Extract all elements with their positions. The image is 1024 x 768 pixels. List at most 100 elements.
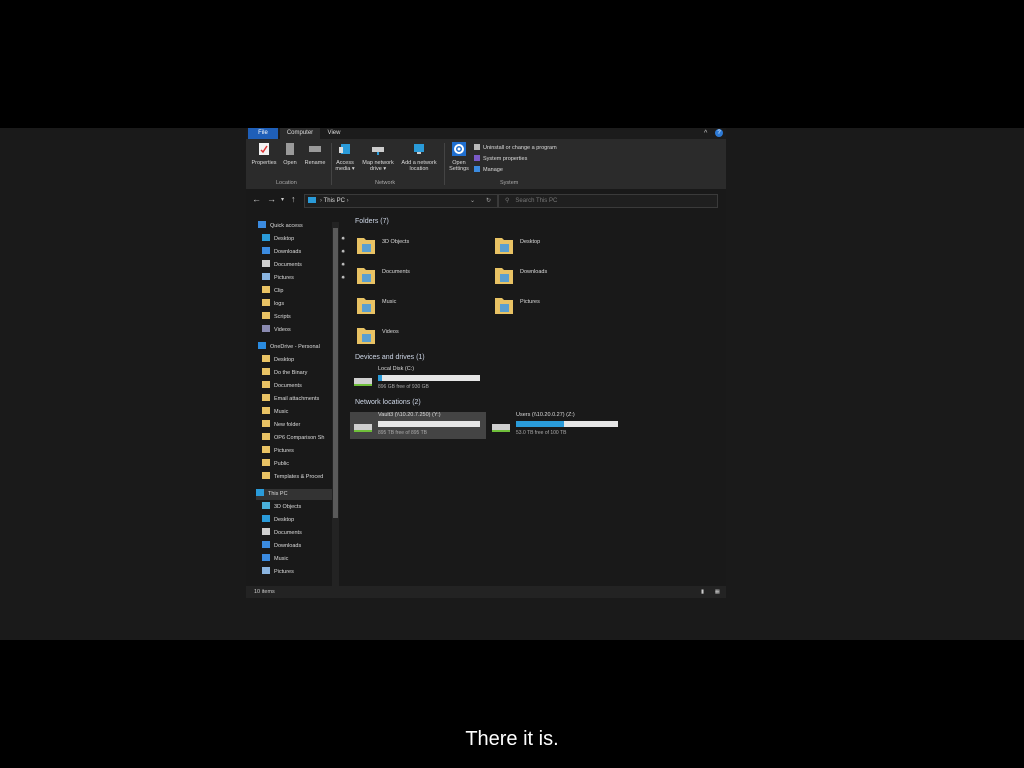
rename-button[interactable]: Rename bbox=[302, 142, 328, 166]
devices-section-header[interactable]: Devices and drives (1) bbox=[355, 354, 425, 361]
tab-view[interactable]: View bbox=[322, 128, 346, 139]
scrollbar-thumb[interactable] bbox=[333, 228, 338, 518]
sidebar-item-label: Documents bbox=[274, 383, 302, 389]
drive-usage-fill bbox=[378, 375, 383, 381]
folder-label: Pictures bbox=[520, 299, 540, 305]
rename-icon bbox=[309, 146, 321, 152]
tab-file[interactable]: File bbox=[248, 128, 278, 139]
drive-name: Users (\\10.20.0.27) (Z:) bbox=[516, 412, 575, 418]
folder-label: 3D Objects bbox=[382, 239, 410, 245]
folder-item[interactable]: Videos bbox=[356, 320, 496, 348]
drive-free-space: 53.0 TB free of 100 TB bbox=[516, 430, 567, 436]
sidebar-item-quick[interactable]: Documents ✸ bbox=[262, 260, 345, 271]
sidebar-item-quick[interactable]: Downloads ✸ bbox=[262, 247, 345, 258]
back-arrow-icon[interactable]: ← bbox=[252, 194, 261, 204]
sidebar-item-quick[interactable]: Desktop ✸ bbox=[262, 234, 345, 245]
search-placeholder: Search This PC bbox=[515, 198, 558, 204]
folder-icon bbox=[262, 502, 270, 509]
sidebar-item-label: Documents bbox=[274, 262, 302, 268]
sidebar-item-onedrive-folder[interactable]: Documents bbox=[262, 381, 332, 392]
properties-button[interactable]: Properties bbox=[250, 142, 278, 166]
forward-arrow-icon[interactable]: → bbox=[267, 194, 276, 204]
collapse-ribbon-icon[interactable]: ^ bbox=[704, 128, 707, 139]
folders-section-header[interactable]: Folders (7) bbox=[355, 218, 389, 225]
recent-locations-icon[interactable]: ▾ bbox=[281, 196, 284, 203]
sidebar-item-onedrive-folder[interactable]: Music bbox=[262, 407, 332, 418]
sidebar-item-onedrive-folder[interactable]: Email attachments bbox=[262, 394, 332, 405]
uninstall-program-button[interactable]: Uninstall or change a program bbox=[474, 144, 557, 151]
pin-icon: ✸ bbox=[341, 249, 346, 255]
folder-icon bbox=[262, 554, 270, 561]
sidebar-item-quick[interactable]: Clip bbox=[262, 286, 332, 297]
access-media-icon bbox=[339, 144, 350, 154]
access-media-label: Access media ▾ bbox=[335, 160, 355, 172]
folder-icon bbox=[262, 528, 270, 535]
search-icon: ⚲ bbox=[505, 198, 510, 204]
sidebar-item-this-pc-folder[interactable]: Downloads bbox=[262, 541, 332, 552]
sidebar-item-onedrive[interactable]: OneDrive - Personal bbox=[258, 342, 332, 353]
address-bar[interactable]: › This PC › ⌄ ↻ bbox=[304, 194, 498, 208]
sidebar-item-onedrive-folder[interactable]: Public bbox=[262, 459, 332, 470]
drive-item[interactable]: Vault3 (\\10.20.7.250) (Y:) 895 TB free o… bbox=[350, 412, 486, 439]
drive-free-space: 895 TB free of 895 TB bbox=[378, 430, 428, 436]
manage-button[interactable]: Manage bbox=[474, 166, 503, 173]
ribbon: Properties Open Rename Access media ▾ Ma… bbox=[246, 139, 726, 189]
folder-icon bbox=[262, 420, 270, 427]
help-icon[interactable]: ? bbox=[715, 129, 723, 137]
sidebar-item-label: New folder bbox=[274, 422, 301, 428]
file-explorer-window: File Computer View ^ ? Properties Open R… bbox=[246, 128, 726, 598]
add-network-location-button[interactable]: Add a network location bbox=[398, 142, 440, 172]
folder-item[interactable]: Desktop bbox=[494, 230, 634, 258]
sidebar-item-onedrive-folder[interactable]: Templates & Proced bbox=[262, 472, 332, 483]
sidebar-item-quick-access[interactable]: Quick access bbox=[258, 221, 332, 232]
folder-icon bbox=[262, 368, 270, 375]
drive-usage-fill bbox=[516, 421, 564, 427]
folder-item[interactable]: Pictures bbox=[494, 290, 634, 318]
tab-computer[interactable]: Computer bbox=[280, 128, 320, 139]
open-settings-button[interactable]: Open Settings bbox=[446, 142, 472, 172]
drive-usage-bar bbox=[378, 375, 480, 381]
sidebar-item-quick[interactable]: Videos bbox=[262, 325, 332, 336]
sidebar-item-onedrive-folder[interactable]: Desktop bbox=[262, 355, 332, 366]
open-button[interactable]: Open bbox=[280, 142, 300, 166]
sidebar-item-this-pc[interactable]: This PC bbox=[256, 489, 332, 500]
details-view-icon[interactable]: ▮ bbox=[701, 586, 704, 598]
refresh-icon[interactable]: ↻ bbox=[486, 195, 491, 207]
sidebar-item-this-pc-folder[interactable]: Pictures bbox=[262, 567, 332, 578]
drive-free-space: 896 GB free of 930 GB bbox=[378, 384, 429, 390]
folder-icon bbox=[262, 286, 270, 293]
access-media-button[interactable]: Access media ▾ bbox=[333, 142, 357, 172]
breadcrumb-this-pc[interactable]: This PC bbox=[324, 198, 345, 204]
folder-icon bbox=[262, 273, 270, 280]
sidebar-item-onedrive-folder[interactable]: Pictures bbox=[262, 446, 332, 457]
sidebar-item-onedrive-folder[interactable]: OP6 Comparison Sh bbox=[262, 433, 332, 444]
folder-item[interactable]: Music bbox=[356, 290, 496, 318]
folder-item[interactable]: 3D Objects bbox=[356, 230, 496, 258]
sidebar-item-label: logs bbox=[274, 301, 285, 307]
sidebar-item-this-pc-folder[interactable]: Music bbox=[262, 554, 332, 565]
drive-item[interactable]: Users (\\10.20.0.27) (Z:) 53.0 TB free of… bbox=[488, 412, 624, 439]
sidebar-item-this-pc-folder[interactable]: Documents bbox=[262, 528, 332, 539]
sidebar-item-this-pc-folder[interactable]: Desktop bbox=[262, 515, 332, 526]
sidebar-item-quick[interactable]: Scripts bbox=[262, 312, 332, 323]
sidebar-item-onedrive-folder[interactable]: New folder bbox=[262, 420, 332, 431]
sidebar-item-onedrive-folder[interactable]: Do the Binary bbox=[262, 368, 332, 379]
map-network-drive-button[interactable]: Map network drive ▾ bbox=[358, 142, 398, 172]
drive-icon bbox=[492, 424, 510, 432]
system-properties-button[interactable]: System properties bbox=[474, 155, 527, 162]
folder-item[interactable]: Downloads bbox=[494, 260, 634, 288]
large-icons-view-icon[interactable]: ▦ bbox=[715, 586, 720, 598]
navigation-scrollbar[interactable] bbox=[332, 222, 339, 586]
manage-label: Manage bbox=[483, 167, 503, 173]
sidebar-item-quick[interactable]: logs bbox=[262, 299, 332, 310]
address-dropdown-icon[interactable]: ⌄ bbox=[470, 195, 475, 207]
folder-icon bbox=[495, 268, 513, 284]
search-input[interactable]: ⚲ Search This PC bbox=[498, 194, 718, 208]
network-section-header[interactable]: Network locations (2) bbox=[355, 399, 421, 406]
sidebar-item-this-pc-folder[interactable]: 3D Objects bbox=[262, 502, 332, 513]
folder-item[interactable]: Documents bbox=[356, 260, 496, 288]
group-network-label: Network bbox=[375, 180, 396, 186]
sidebar-item-quick[interactable]: Pictures ✸ bbox=[262, 273, 345, 284]
up-arrow-icon[interactable]: ↑ bbox=[291, 194, 296, 204]
drive-item[interactable]: Local Disk (C:) 896 GB free of 930 GB bbox=[350, 366, 486, 393]
